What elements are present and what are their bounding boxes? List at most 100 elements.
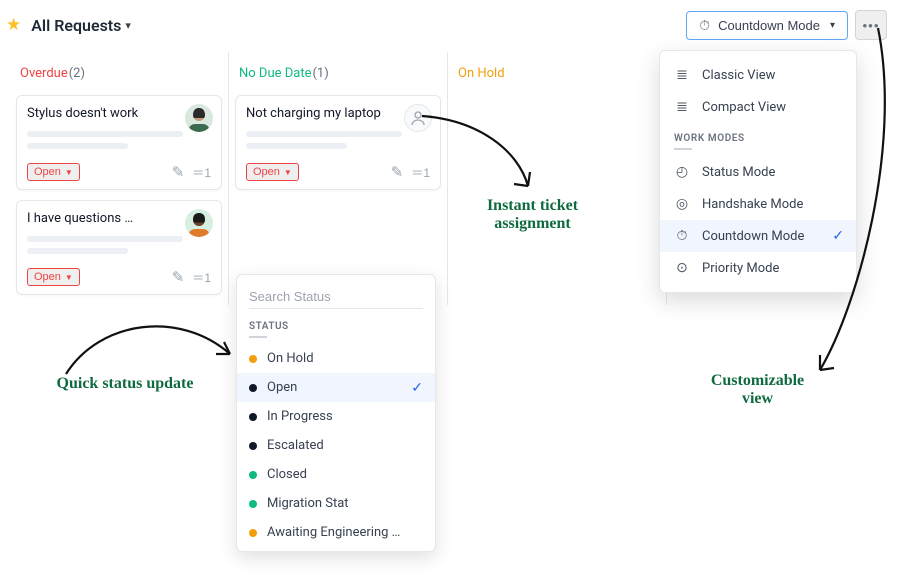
divider: [249, 336, 267, 338]
status-option-label: Open: [267, 380, 297, 395]
list-icon: ≣: [674, 99, 690, 115]
annotation-instant-assign: Instant ticket assignment: [455, 197, 610, 233]
divider: [674, 148, 692, 150]
status-option[interactable]: On Hold: [237, 344, 435, 373]
status-option-label: In Progress: [267, 409, 333, 424]
status-dot-icon: [249, 500, 257, 508]
mode-option[interactable]: ⊙ Priority Mode: [660, 252, 856, 284]
mode-option[interactable]: ◴ Status Mode: [660, 156, 856, 188]
status-text: Open: [34, 166, 61, 178]
list-icon: ≣: [674, 67, 690, 83]
mode-option[interactable]: ⏱Countdown Mode✓: [660, 220, 856, 252]
status-text: Open: [253, 166, 280, 178]
status-icon: ◴: [674, 164, 690, 180]
status-dot-icon: [249, 413, 257, 421]
ticket-card[interactable]: Not charging my laptop Open ▼ ✎ ＝1: [235, 95, 441, 190]
placeholder-line: [27, 236, 183, 242]
column-label: No Due Date: [239, 66, 311, 81]
topbar: ★ All Requests ▾ ⏱ Countdown Mode ▾ •••: [0, 0, 897, 52]
assign-avatar[interactable]: [404, 104, 432, 132]
view-option-label: Classic View: [702, 68, 775, 83]
status-chip[interactable]: Open ▼: [27, 268, 80, 286]
status-option-label: On Hold: [267, 351, 314, 366]
status-dot-icon: [249, 384, 257, 392]
status-option-label: Closed: [267, 467, 307, 482]
view-option[interactable]: ≣ Classic View: [660, 59, 856, 91]
note-icon[interactable]: ✎: [391, 163, 404, 181]
status-option[interactable]: Closed: [237, 460, 435, 489]
placeholder-line: [27, 143, 128, 149]
avatar[interactable]: [185, 209, 213, 237]
status-option-label: Escalated: [267, 438, 324, 453]
status-option-label: Migration Stat: [267, 496, 349, 511]
handshake-icon: ◎: [674, 196, 690, 212]
placeholder-line: [246, 143, 347, 149]
page-title: All Requests: [31, 16, 121, 35]
priority-icon[interactable]: ＝1: [192, 164, 211, 181]
mode-option-label: Priority Mode: [702, 261, 779, 276]
column-header-overdue: Overdue (2): [16, 52, 222, 91]
status-option[interactable]: In Progress: [237, 402, 435, 431]
status-option[interactable]: Migration Stat: [237, 489, 435, 518]
column-label: Overdue: [20, 66, 68, 81]
work-modes-label: WORK MODES: [674, 133, 842, 144]
stopwatch-icon: ⏱: [699, 17, 710, 34]
mode-option[interactable]: ◎ Handshake Mode: [660, 188, 856, 220]
column-onhold: On Hold: [448, 52, 667, 305]
status-text: Open: [34, 271, 61, 283]
annotation-quick-status: Quick status update: [50, 375, 200, 393]
chevron-down-icon: ▼: [65, 273, 73, 282]
ticket-card[interactable]: Stylus doesn't work Open ▼ ✎ ＝1: [16, 95, 222, 190]
more-button[interactable]: •••: [855, 10, 887, 40]
avatar[interactable]: [185, 104, 213, 132]
status-option-label: Awaiting Engineering R...: [267, 525, 407, 540]
search-status-input[interactable]: [249, 285, 423, 309]
status-dot-icon: [249, 471, 257, 479]
more-icon: •••: [863, 18, 880, 33]
column-header-nodue: No Due Date (1): [235, 52, 441, 91]
chevron-down-icon[interactable]: ▾: [125, 19, 131, 32]
column-label: On Hold: [458, 66, 505, 81]
column-no-due: No Due Date (1) Not charging my laptop O…: [229, 52, 448, 305]
column-header-onhold: On Hold: [454, 52, 660, 91]
mode-option-label: Handshake Mode: [702, 197, 803, 212]
note-icon[interactable]: ✎: [172, 163, 185, 181]
chevron-down-icon: ▼: [284, 168, 292, 177]
card-title: Not charging my laptop: [246, 106, 430, 121]
chevron-down-icon: ▼: [65, 168, 73, 177]
placeholder-line: [27, 131, 183, 137]
placeholder-line: [246, 131, 402, 137]
card-title: I have questions …: [27, 211, 211, 226]
column-count: (1): [312, 66, 328, 81]
note-icon[interactable]: ✎: [172, 268, 185, 286]
column-overdue: Overdue (2) Stylus doesn't work Open ▼ ✎…: [10, 52, 229, 305]
view-option[interactable]: ≣Compact View: [660, 91, 856, 123]
status-section-label: STATUS: [249, 321, 423, 332]
priority-icon: ⊙: [674, 260, 690, 276]
status-option[interactable]: Escalated: [237, 431, 435, 460]
countdown-icon: ⏱: [674, 228, 690, 244]
mode-option-label: Countdown Mode: [702, 229, 804, 244]
chevron-down-icon: ▾: [830, 20, 835, 31]
star-icon[interactable]: ★: [6, 15, 21, 35]
card-title: Stylus doesn't work: [27, 106, 211, 121]
status-chip[interactable]: Open ▼: [27, 163, 80, 181]
view-popup: ≣ Classic View ≣Compact View WORK MODES ◴ S…: [659, 50, 857, 293]
status-popup: STATUS On Hold Open ✓ In Progress Escalated C…: [236, 274, 436, 552]
annotation-customizable-view: Customizable view: [700, 372, 815, 408]
check-icon: ✓: [411, 380, 423, 396]
priority-icon[interactable]: ＝1: [192, 269, 211, 286]
placeholder-line: [27, 248, 128, 254]
status-option[interactable]: Open ✓: [237, 373, 435, 402]
ticket-card[interactable]: I have questions … Open ▼ ✎ ＝1: [16, 200, 222, 295]
mode-option-label: Status Mode: [702, 165, 775, 180]
status-chip[interactable]: Open ▼: [246, 163, 299, 181]
countdown-mode-label: Countdown Mode: [718, 18, 820, 33]
status-dot-icon: [249, 529, 257, 537]
column-count: (2): [69, 66, 85, 81]
countdown-mode-button[interactable]: ⏱ Countdown Mode ▾: [686, 11, 848, 40]
priority-icon[interactable]: ＝1: [411, 164, 430, 181]
status-dot-icon: [249, 355, 257, 363]
status-option[interactable]: Awaiting Engineering R...: [237, 518, 435, 547]
status-dot-icon: [249, 442, 257, 450]
